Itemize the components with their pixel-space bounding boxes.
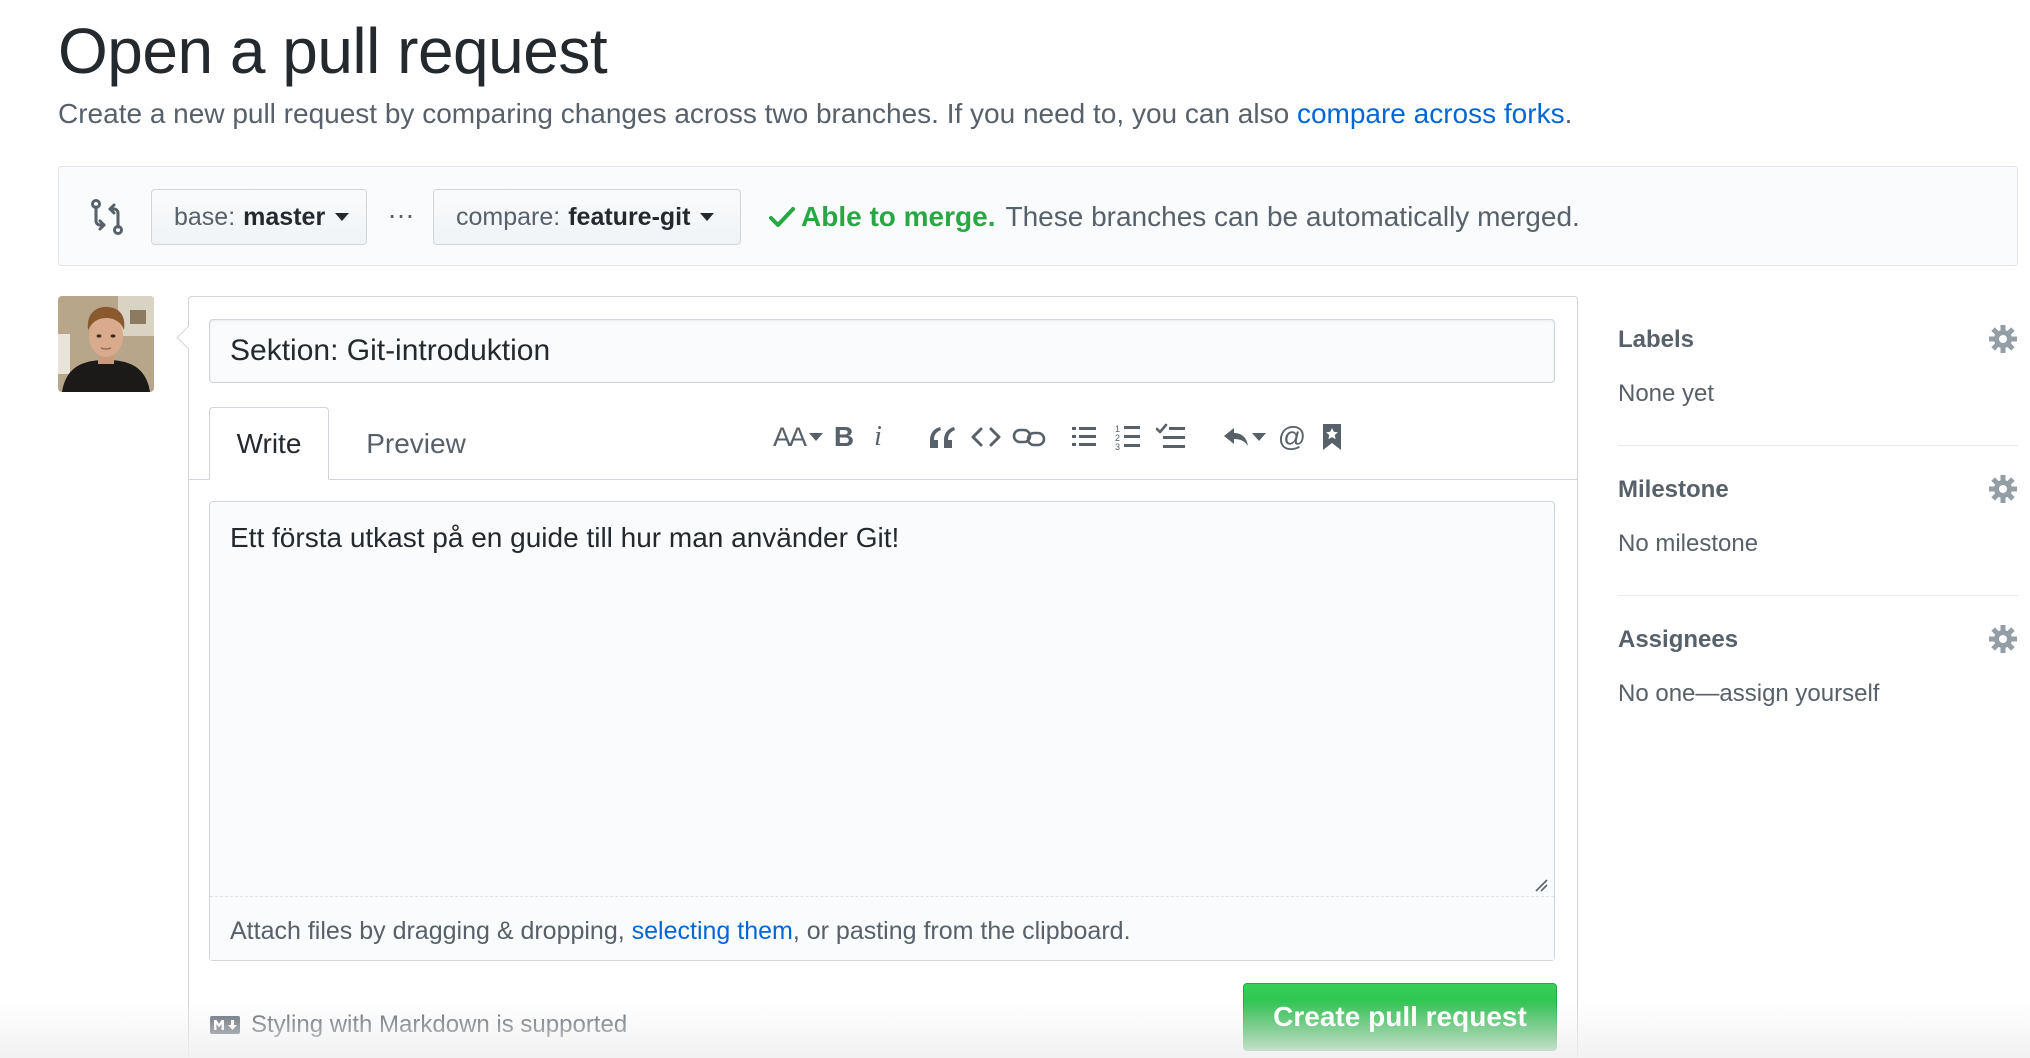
chevron-down-icon [700, 213, 715, 221]
merge-ok-text: Able to merge. [801, 201, 996, 232]
new-pr-form: Write Preview AA B i [188, 296, 1578, 1058]
quote-button[interactable] [925, 417, 959, 457]
base-branch-select[interactable]: base: master [151, 189, 367, 245]
sidebar-section-labels: Labels None yet [1618, 296, 2018, 446]
sidebar-heading-labels: Labels [1618, 326, 1695, 353]
gear-icon[interactable] [1988, 624, 2018, 654]
tasklist-button[interactable] [1153, 417, 1189, 457]
base-prefix: base: [174, 202, 236, 231]
comment-body-text: Ett första utkast på en guide till hur m… [230, 522, 900, 553]
chevron-down-icon [809, 433, 824, 441]
comment-body-field[interactable]: Ett första utkast på en guide till hur m… [209, 501, 1555, 961]
git-compare-icon [91, 199, 123, 235]
merge-message: These branches can be automatically merg… [1005, 201, 1580, 232]
compare-across-forks-link[interactable]: compare across forks [1297, 98, 1565, 129]
attach-text-end: , or pasting from the clipboard. [792, 917, 1131, 945]
tab-write[interactable]: Write [209, 407, 329, 480]
markdown-hint[interactable]: Styling with Markdown is supported [209, 1011, 627, 1039]
sidebar-heading-milestone: Milestone [1618, 476, 1729, 503]
sidebar-section-assignees: Assignees No one—assign yourself [1618, 596, 2018, 746]
reference-button[interactable] [1317, 417, 1347, 457]
header-label: AA [772, 421, 807, 452]
base-branch-name: master [243, 202, 326, 231]
page-subtitle: Create a new pull request by comparing c… [58, 98, 1572, 130]
compare-branch-name: feature-git [568, 202, 691, 231]
sidebar-section-milestone: Milestone No milestone [1618, 446, 2018, 596]
unordered-list-button[interactable] [1067, 417, 1101, 457]
sidebar-value-milestone: No milestone [1618, 530, 1759, 557]
svg-text:3: 3 [1115, 442, 1120, 451]
saved-replies-button[interactable] [1219, 417, 1269, 457]
mention-button[interactable]: @ [1275, 417, 1309, 457]
chevron-down-icon [335, 213, 350, 221]
subtitle-text: Create a new pull request by comparing c… [58, 98, 1297, 129]
tab-preview[interactable]: Preview [349, 407, 483, 480]
code-button[interactable] [969, 417, 1003, 457]
avatar-image [58, 296, 154, 392]
gear-icon[interactable] [1988, 474, 2018, 504]
create-pull-request-button[interactable]: Create pull request [1243, 983, 1557, 1051]
avatar[interactable] [58, 296, 154, 392]
markdown-icon [210, 1016, 240, 1034]
header-text-button[interactable]: AA [772, 417, 824, 457]
link-icon [1012, 428, 1046, 447]
bold-button[interactable]: B [829, 417, 859, 457]
range-editor: base: master … compare: feature-git Able… [58, 166, 2018, 266]
select-files-link[interactable]: selecting them [632, 917, 793, 945]
file-attach-bar[interactable]: Attach files by dragging & dropping, sel… [210, 896, 1554, 960]
list-ordered-icon: 1 2 3 [1115, 424, 1140, 451]
attach-text-start: Attach files by dragging & dropping, [230, 917, 632, 945]
sidebar-heading-assignees: Assignees [1618, 626, 1739, 653]
subtitle-end: . [1564, 98, 1573, 129]
check-icon [769, 207, 795, 227]
list-unordered-icon [1072, 427, 1096, 446]
code-icon [971, 427, 1001, 447]
range-dots: … [387, 193, 415, 224]
merge-status: Able to merge. These branches can be aut… [769, 201, 1580, 233]
markdown-hint-text: Styling with Markdown is supported [251, 1011, 628, 1038]
italic-button[interactable]: i [863, 417, 893, 457]
tasklist-icon [1155, 423, 1185, 448]
resize-handle-icon[interactable] [1534, 878, 1548, 892]
gear-icon[interactable] [1988, 324, 2018, 354]
quote-icon [930, 427, 955, 448]
pr-title-input[interactable] [209, 319, 1555, 383]
ordered-list-button[interactable]: 1 2 3 [1111, 417, 1145, 457]
chevron-down-icon [1252, 433, 1266, 441]
sidebar: Labels None yet Milestone No milestone A… [1618, 296, 2018, 746]
bookmark-icon [1323, 424, 1341, 450]
page-title: Open a pull request [58, 15, 608, 87]
link-button[interactable] [1011, 417, 1047, 457]
sidebar-value-assignees[interactable]: No one—assign yourself [1618, 680, 1879, 708]
sidebar-value-labels: None yet [1618, 380, 1715, 407]
compare-branch-select[interactable]: compare: feature-git [433, 189, 741, 245]
reply-icon [1224, 428, 1248, 446]
compare-prefix: compare: [456, 202, 561, 231]
